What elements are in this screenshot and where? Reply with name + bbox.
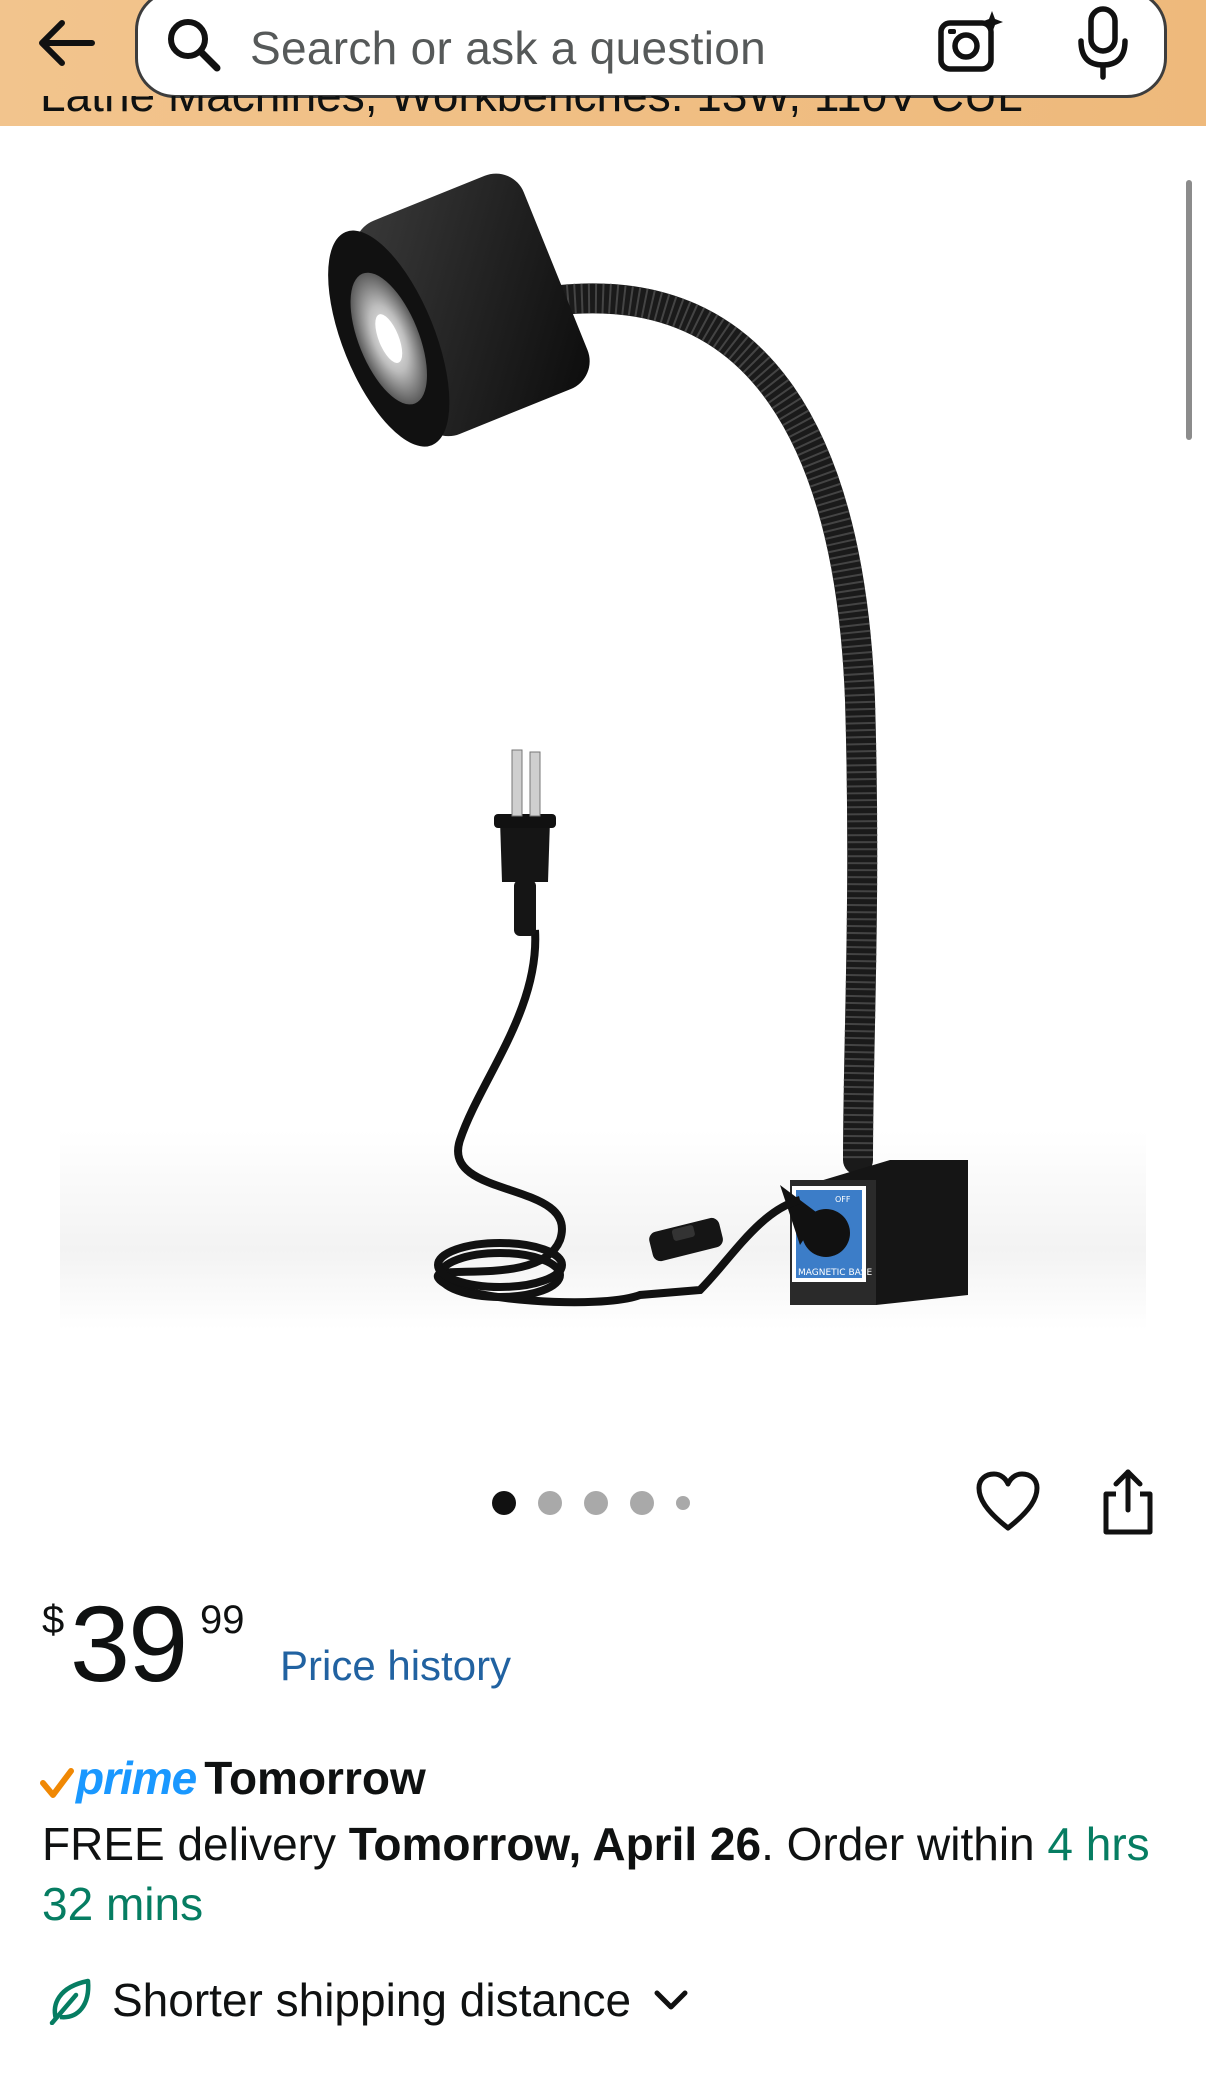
search-input[interactable]: Search or ask a question [250,21,766,75]
delivery-order-within: . Order within [761,1818,1048,1870]
search-icon [168,19,221,72]
leaf-icon [49,1978,91,2025]
back-arrow-icon [39,20,95,66]
pagination-dot[interactable] [630,1491,654,1515]
knob-off-label: OFF [835,1195,851,1204]
delivery-date: Tomorrow, April 26 [348,1818,762,1870]
price-whole: 39 [70,1583,188,1704]
prime-check-icon [40,1768,74,1798]
product-title-fragment: Lathe Machines, Workbenches. 13W, 110V C… [40,96,1140,130]
back-button[interactable] [30,8,100,78]
search-bar[interactable]: Search or ask a question [135,0,1167,98]
prime-speed: Tomorrow [204,1752,426,1804]
chevron-down-icon[interactable] [653,1988,689,2012]
delivery-message: FREE delivery Tomorrow, April 26. Order … [42,1814,1162,1934]
pagination-dot-active[interactable] [492,1491,516,1515]
pagination-dot[interactable] [584,1491,608,1515]
microphone-icon[interactable] [1073,5,1133,81]
image-pagination [492,1488,690,1518]
magnetic-base-label: MAGNETIC BASE [798,1268,872,1278]
pagination-dot[interactable] [538,1491,562,1515]
camera-icon[interactable] [935,9,1005,79]
lamp-photo: MAGNETIC BASE OFF [60,173,1146,1330]
gallery-scrollbar[interactable] [1186,180,1192,440]
product-image[interactable]: MAGNETIC BASE OFF [0,140,1206,1380]
prime-badge-row: prime Tomorrow [40,1748,426,1808]
shorter-shipping-row[interactable]: Shorter shipping distance [48,1968,689,2032]
product-title-text: Lathe Machines, Workbenches. 13W, 110V C… [40,96,1140,122]
prime-logo-text: prime [76,1752,197,1804]
delivery-prefix: FREE delivery [42,1818,349,1870]
shipping-label: Shorter shipping distance [112,1974,632,2026]
pagination-dot[interactable] [676,1496,690,1510]
price-currency-symbol: $ [42,1598,65,1642]
share-icon[interactable] [1100,1466,1156,1538]
heart-icon[interactable] [975,1470,1041,1534]
price-fraction: 99 [200,1598,245,1642]
price-history-link[interactable]: Price history [280,1642,511,1690]
